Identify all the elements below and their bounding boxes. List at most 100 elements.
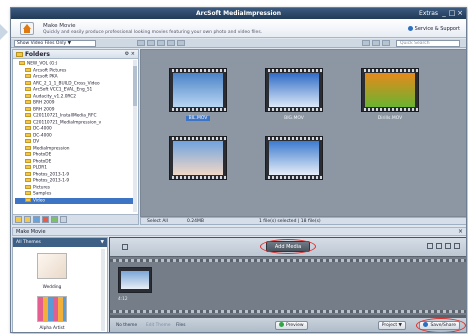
media-thumbnail[interactable] bbox=[265, 136, 323, 180]
folder-tree: NEW_VOL (G:) Arcsoft Pictures Arcsoft PKA A… bbox=[15, 61, 135, 213]
folder-icon bbox=[25, 165, 31, 169]
home-button[interactable] bbox=[20, 22, 34, 35]
file-filter-dropdown[interactable]: Show Video Files Only ▼ bbox=[14, 40, 96, 47]
minimize-button[interactable]: _ bbox=[440, 9, 448, 17]
edit-theme-link[interactable]: Edit Theme bbox=[146, 323, 171, 328]
delete-icon[interactable] bbox=[177, 40, 185, 46]
text-icon[interactable] bbox=[427, 243, 433, 249]
media-thumbnail[interactable] bbox=[265, 68, 323, 112]
transition-icon[interactable] bbox=[122, 244, 128, 250]
thumbnail-image bbox=[269, 141, 319, 175]
themes-dropdown[interactable]: All Themes ▼ bbox=[13, 238, 107, 247]
support-icon bbox=[407, 26, 413, 31]
favorite-icon[interactable] bbox=[33, 216, 40, 223]
folder-label: ArcSoft VCC1_EVAL_Eng_51 bbox=[33, 87, 93, 93]
trash-icon[interactable] bbox=[454, 243, 460, 249]
folder-label: Arcsoft PKA bbox=[33, 74, 58, 80]
music-icon[interactable] bbox=[436, 243, 442, 249]
folder-icon bbox=[25, 197, 31, 202]
folder-label: Audacity_v1.2.0RC2 bbox=[33, 94, 76, 99]
image-icon[interactable] bbox=[445, 243, 451, 249]
save-share-highlight bbox=[416, 318, 466, 332]
storyboard-clip[interactable] bbox=[118, 267, 152, 293]
settings-icon[interactable] bbox=[60, 216, 67, 223]
film-holes bbox=[170, 176, 226, 179]
view-mode-tools bbox=[362, 40, 392, 48]
folders-controls[interactable]: ⚙ × bbox=[125, 51, 135, 57]
folder-icon bbox=[25, 67, 31, 72]
preview-button[interactable]: Preview bbox=[275, 321, 308, 330]
folder-icon bbox=[25, 119, 31, 124]
folder-item[interactable]: Video bbox=[15, 197, 135, 204]
folders-panel: Folders ⚙ × NEW_VOL (G:) Arcsoft Pictures… bbox=[12, 49, 139, 225]
sort-icon[interactable] bbox=[157, 40, 165, 46]
folder-label: BRH 2009 bbox=[33, 100, 55, 106]
folder-icon bbox=[25, 191, 31, 195]
thumbnail-image bbox=[365, 73, 415, 107]
select-all-checkbox[interactable]: Select All bbox=[147, 219, 168, 225]
make-movie-title: Make Movie bbox=[16, 229, 46, 235]
film-holes bbox=[266, 69, 322, 72]
thumbnail-image bbox=[173, 73, 223, 107]
media-browser: BIL.MOV BIG.MOV Dirills.MOV bbox=[140, 49, 466, 217]
folder-tree-scrollbar[interactable] bbox=[133, 60, 137, 212]
theme-alpha-artist-thumbnail[interactable] bbox=[37, 296, 67, 322]
thumbnail-image bbox=[269, 73, 319, 107]
selection-size: 0.24MB bbox=[187, 219, 204, 224]
thumbnail-caption-text: BIG.MOV bbox=[284, 116, 304, 121]
thumbnail-caption-text: Dirills.MOV bbox=[377, 116, 403, 121]
grid-view-icon[interactable] bbox=[362, 40, 370, 46]
folders-header: Folders ⚙ × bbox=[13, 50, 138, 59]
folder-label: BRH 2009 bbox=[33, 107, 55, 112]
film-frame bbox=[265, 136, 323, 180]
folder-label: ARC_2_1_1_BUILD_Cross_Video bbox=[33, 81, 100, 86]
flag-icon[interactable] bbox=[42, 216, 49, 223]
film-frame bbox=[169, 136, 227, 180]
folder-icon bbox=[25, 106, 31, 111]
background-arrow bbox=[0, 24, 8, 40]
film-holes bbox=[266, 108, 322, 111]
folder-label: Video bbox=[33, 198, 46, 203]
folder-icon bbox=[25, 87, 31, 91]
storyboard-footer: No theme Edit Theme Files Preview Projec… bbox=[110, 318, 466, 332]
folder-label: C20110721_MediaImpression_v bbox=[33, 120, 102, 125]
media-thumbnail[interactable] bbox=[169, 136, 227, 180]
mode-header: Make Movie Quickly and easily produce pr… bbox=[11, 19, 466, 38]
film-holes bbox=[170, 108, 226, 111]
folder-tools bbox=[13, 214, 138, 224]
files-link[interactable]: Files bbox=[176, 323, 185, 328]
close-button[interactable]: × bbox=[456, 9, 464, 17]
rotate-icon[interactable] bbox=[167, 40, 175, 46]
film-holes bbox=[266, 176, 322, 179]
tag-icon[interactable] bbox=[51, 216, 58, 223]
film-frame bbox=[169, 68, 227, 112]
themes-panel: All Themes ▼ Wedding Alpha Artist bbox=[12, 237, 108, 332]
forward-icon[interactable] bbox=[147, 40, 155, 46]
folder-icon bbox=[25, 171, 31, 176]
extras-menu[interactable]: Extras bbox=[419, 10, 438, 17]
media-thumbnail[interactable] bbox=[169, 68, 227, 112]
folder-icon bbox=[16, 52, 23, 57]
quick-search-input[interactable]: Quick Search bbox=[396, 40, 460, 47]
media-thumbnail[interactable] bbox=[361, 68, 419, 112]
detail-view-icon[interactable] bbox=[382, 40, 390, 46]
folder-label: Photos_2013-1-9 bbox=[33, 178, 70, 184]
themes-scrollbar[interactable] bbox=[101, 249, 105, 331]
title-bar: ArcSoft MediaImpression Extras _ □ × bbox=[11, 8, 466, 19]
list-view-icon[interactable] bbox=[372, 40, 380, 46]
film-holes bbox=[170, 69, 226, 72]
film-holes bbox=[170, 137, 226, 140]
scrollbar-thumb[interactable] bbox=[133, 66, 137, 106]
back-icon[interactable] bbox=[137, 40, 145, 46]
service-support-link[interactable]: Service & Support bbox=[407, 26, 460, 32]
project-button[interactable]: Project ▼ bbox=[377, 321, 406, 330]
themes-dropdown-label: All Themes bbox=[16, 240, 41, 245]
theme-wedding-thumbnail[interactable] bbox=[37, 253, 67, 279]
folder-icon bbox=[25, 80, 31, 85]
folder-label: PhotoDE bbox=[33, 159, 52, 164]
new-folder-icon[interactable] bbox=[15, 216, 22, 223]
make-movie-close-button[interactable]: × bbox=[458, 228, 463, 235]
folder-up-icon[interactable] bbox=[24, 216, 31, 223]
maximize-button[interactable]: □ bbox=[448, 9, 456, 17]
thumbnail-caption-text: BIL.MOV bbox=[185, 116, 211, 121]
